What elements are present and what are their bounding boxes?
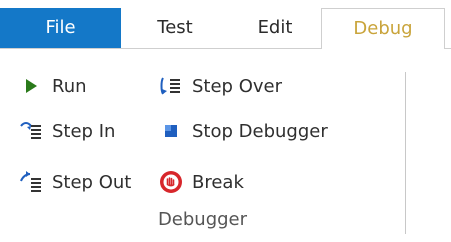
ribbon-panel: Run Step Over Step In Stop Debugger Step… bbox=[0, 49, 451, 242]
play-icon bbox=[18, 73, 44, 99]
step-in-label: Step In bbox=[52, 120, 116, 142]
ribbon-tabbar: File Test Edit Debug bbox=[0, 0, 451, 49]
step-in-icon bbox=[18, 118, 44, 144]
step-over-label: Step Over bbox=[192, 75, 282, 97]
break-button[interactable]: Break bbox=[158, 167, 244, 197]
group-separator bbox=[405, 72, 406, 234]
tab-edit[interactable]: Edit bbox=[229, 8, 321, 48]
step-out-icon bbox=[18, 169, 44, 195]
break-label: Break bbox=[192, 171, 244, 193]
run-label: Run bbox=[52, 75, 87, 97]
step-out-label: Step Out bbox=[52, 171, 132, 193]
tab-test[interactable]: Test bbox=[121, 8, 229, 48]
stop-debugger-label: Stop Debugger bbox=[192, 120, 328, 142]
step-out-button[interactable]: Step Out bbox=[18, 167, 131, 197]
break-icon bbox=[158, 169, 184, 195]
stop-icon bbox=[158, 118, 184, 144]
run-button[interactable]: Run bbox=[18, 71, 87, 101]
step-over-icon bbox=[158, 73, 184, 99]
step-in-button[interactable]: Step In bbox=[18, 116, 115, 146]
step-over-button[interactable]: Step Over bbox=[158, 71, 282, 101]
stop-debugger-button[interactable]: Stop Debugger bbox=[158, 116, 328, 146]
tab-debug[interactable]: Debug bbox=[321, 8, 445, 49]
group-label-debugger: Debugger bbox=[157, 209, 248, 230]
tab-file[interactable]: File bbox=[0, 8, 121, 48]
